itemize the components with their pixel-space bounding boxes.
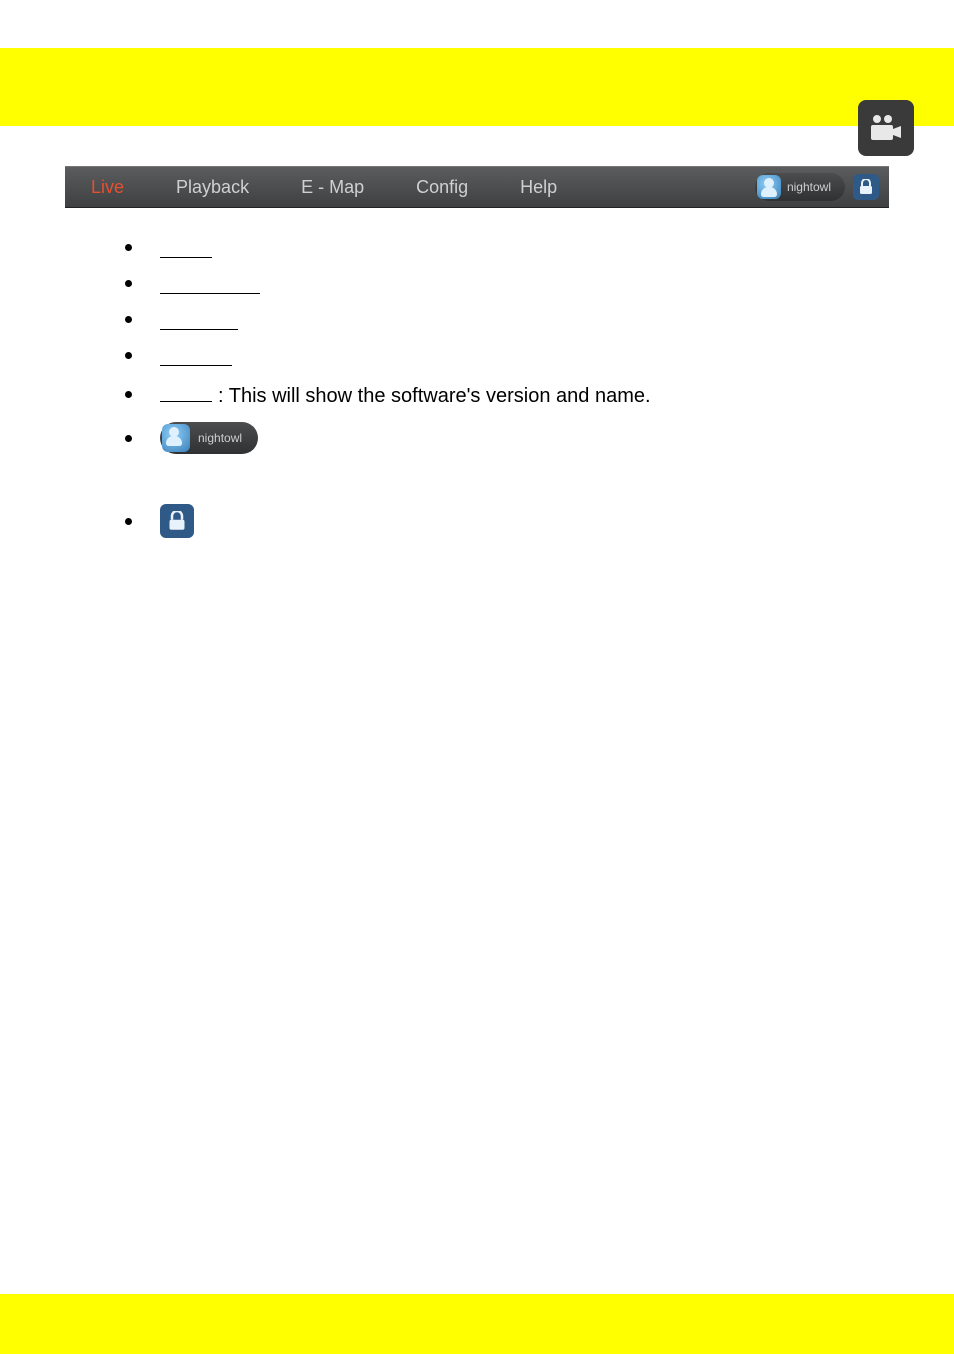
list-item <box>125 236 889 258</box>
list-item <box>125 272 889 294</box>
user-label: nightowl <box>787 180 831 194</box>
user-label: nightowl <box>198 431 242 445</box>
blank-underline <box>160 344 232 366</box>
bullet-dot <box>125 316 132 323</box>
lock-icon[interactable] <box>853 174 879 200</box>
help-description: : This will show the software's version … <box>218 385 651 408</box>
tab-live[interactable]: Live <box>65 167 150 207</box>
bullet-dot <box>125 391 132 398</box>
bullet-dot <box>125 352 132 359</box>
blank-underline <box>160 380 212 402</box>
lock-icon-sample <box>160 504 194 538</box>
avatar-icon <box>757 175 781 199</box>
avatar-icon <box>162 424 190 452</box>
header-yellow-band <box>0 48 954 126</box>
bullet-dot <box>125 518 132 525</box>
app-nav-bar: Live Playback E - Map Config Help nighto… <box>65 166 889 208</box>
feature-bullet-list: : This will show the software's version … <box>65 208 889 538</box>
tab-playback[interactable]: Playback <box>150 167 275 207</box>
tab-config[interactable]: Config <box>390 167 494 207</box>
tab-help[interactable]: Help <box>494 167 583 207</box>
blank-underline <box>160 272 260 294</box>
camera-icon <box>858 100 914 156</box>
bullet-dot <box>125 435 132 442</box>
footer-yellow-band <box>0 1294 954 1354</box>
list-item-help: : This will show the software's version … <box>125 380 889 408</box>
list-item <box>125 344 889 366</box>
bullet-dot <box>125 280 132 287</box>
list-item-lock <box>125 504 889 538</box>
blank-underline <box>160 236 212 258</box>
bullet-dot <box>125 244 132 251</box>
user-pill[interactable]: nightowl <box>755 173 845 201</box>
list-item <box>125 308 889 330</box>
list-item-userpill: nightowl <box>125 422 889 454</box>
blank-underline <box>160 308 238 330</box>
user-pill-sample: nightowl <box>160 422 258 454</box>
tab-emap[interactable]: E - Map <box>275 167 390 207</box>
